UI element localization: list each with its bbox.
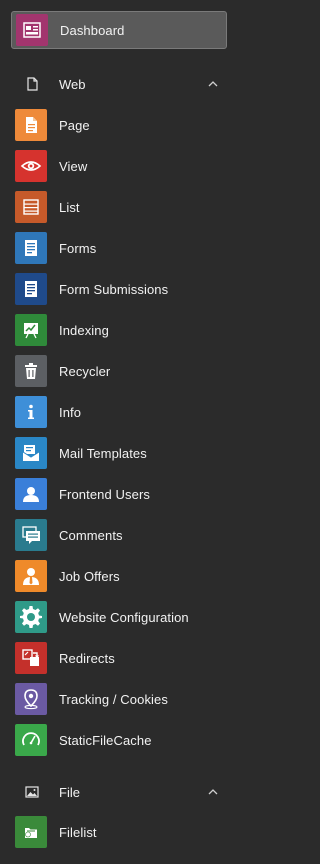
menu-item-redirects[interactable]: Redirects [0, 640, 238, 676]
page-icon [15, 109, 47, 141]
menu-item-label: Form Submissions [59, 281, 169, 297]
menu-item-label: Recycler [59, 363, 111, 379]
info-icon [15, 396, 47, 428]
menu-item-filelist[interactable]: Filelist [0, 814, 238, 850]
list-icon [15, 191, 47, 223]
user-icon [15, 478, 47, 510]
menu-item-label: Mail Templates [59, 445, 147, 461]
menu-item-label: Website Configuration [59, 609, 189, 625]
menu-item-label: Tracking / Cookies [59, 691, 168, 707]
gauge-icon [15, 724, 47, 756]
menu-item-staticfilecache[interactable]: StaticFileCache [0, 722, 238, 758]
eye-icon [15, 150, 47, 182]
job-offers-icon [15, 560, 47, 592]
menu-item-forms[interactable]: Forms [0, 230, 238, 266]
menu-item-page[interactable]: Page [0, 107, 238, 143]
menu-item-label: View [59, 158, 88, 174]
filelist-icon [15, 816, 47, 848]
menu-item-indexing[interactable]: Indexing [0, 312, 238, 348]
module-menu: Dashboard Web Page View List Forms Form … [0, 0, 238, 864]
menu-item-tracking-cookies[interactable]: Tracking / Cookies [0, 681, 238, 717]
menu-item-mail-templates[interactable]: Mail Templates [0, 435, 238, 471]
location-pin-icon [15, 683, 47, 715]
page-outline-icon [24, 76, 40, 92]
menu-item-label: Dashboard [60, 22, 125, 38]
menu-item-info[interactable]: Info [0, 394, 238, 430]
menu-item-comments[interactable]: Comments [0, 517, 238, 553]
menu-item-website-configuration[interactable]: Website Configuration [0, 599, 238, 635]
trash-icon [15, 355, 47, 387]
menu-item-label: Comments [59, 527, 123, 543]
menu-item-job-offers[interactable]: Job Offers [0, 558, 238, 594]
menu-item-label: Filelist [59, 824, 97, 840]
menu-item-dashboard[interactable]: Dashboard [11, 11, 227, 49]
dashboard-icon [16, 14, 48, 46]
menu-item-label: Forms [59, 240, 97, 256]
redirects-icon [15, 642, 47, 674]
menu-item-label: List [59, 199, 80, 215]
menu-item-list[interactable]: List [0, 189, 238, 225]
forms-icon [15, 232, 47, 264]
menu-item-recycler[interactable]: Recycler [0, 353, 238, 389]
menu-item-label: Indexing [59, 322, 109, 338]
chevron-up-icon[interactable] [206, 77, 220, 91]
image-icon [24, 784, 40, 800]
mail-template-icon [15, 437, 47, 469]
group-label: Web [59, 76, 86, 92]
menu-item-form-submissions[interactable]: Form Submissions [0, 271, 238, 307]
menu-item-label: Info [59, 404, 82, 420]
indexing-icon [15, 314, 47, 346]
menu-item-frontend-users[interactable]: Frontend Users [0, 476, 238, 512]
group-label: File [59, 784, 80, 800]
form-submissions-icon [15, 273, 47, 305]
menu-item-label: Job Offers [59, 568, 120, 584]
gear-icon [15, 601, 47, 633]
group-header-web[interactable]: Web [0, 69, 238, 99]
menu-item-label: StaticFileCache [59, 732, 152, 748]
menu-item-label: Page [59, 117, 90, 133]
comments-icon [15, 519, 47, 551]
chevron-up-icon[interactable] [206, 785, 220, 799]
menu-item-label: Frontend Users [59, 486, 150, 502]
menu-item-label: Redirects [59, 650, 115, 666]
menu-item-view[interactable]: View [0, 148, 238, 184]
group-header-file[interactable]: File [0, 777, 238, 807]
